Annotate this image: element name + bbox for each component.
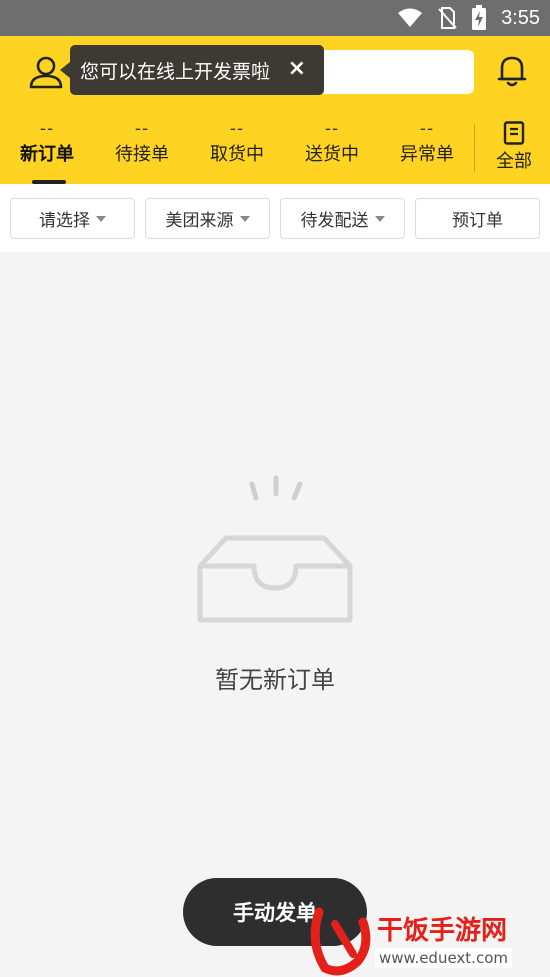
filter-label: 预订单	[452, 211, 503, 231]
tab-picking-up[interactable]: -- 取货中	[192, 118, 282, 184]
battery-charging-icon	[472, 5, 487, 30]
watermark-text: 干饭手游网	[377, 916, 508, 946]
filter-label: 待发配送	[300, 211, 369, 231]
tab-exceptions[interactable]: -- 异常单	[382, 118, 472, 184]
order-tabs: -- 新订单 -- 待接单 -- 取货中 -- 送货中 -- 异常单 全部	[0, 118, 550, 184]
filter-dispatch[interactable]: 待发配送	[280, 198, 405, 239]
tab-new-orders[interactable]: -- 新订单	[2, 118, 92, 184]
tab-count: --	[419, 119, 435, 139]
tab-count: --	[134, 119, 150, 139]
tab-label: 待接单	[115, 144, 169, 165]
tab-pending-accept[interactable]: -- 待接单	[97, 118, 187, 184]
watermark-logo-icon	[310, 907, 371, 976]
tab-label: 取货中	[210, 144, 264, 165]
tab-label: 异常单	[400, 144, 454, 165]
filter-label: 请选择	[39, 211, 90, 231]
no-sim-icon	[438, 7, 457, 29]
empty-inbox-icon	[197, 475, 353, 623]
header: 您可以在线上开发票啦 × -- 新订单 -- 待接单 -- 取货中 -- 送货中…	[0, 36, 550, 184]
watermark: 干饭手游网 www.eduext.com	[305, 900, 550, 977]
tab-divider	[474, 124, 475, 172]
watermark-url: www.eduext.com	[375, 948, 512, 968]
tab-delivering[interactable]: -- 送货中	[287, 118, 377, 184]
caret-down-icon	[374, 215, 385, 222]
filter-select[interactable]: 请选择	[10, 198, 135, 239]
tab-count: --	[39, 119, 55, 139]
tab-count: --	[324, 119, 340, 139]
filter-bar: 请选择 美团来源 待发配送 预订单	[0, 184, 550, 252]
status-bar: 3:55	[0, 0, 550, 36]
caret-down-icon	[96, 215, 106, 222]
filter-source[interactable]: 美团来源	[145, 198, 270, 239]
status-time: 3:55	[501, 6, 540, 29]
tab-label: 送货中	[305, 144, 359, 165]
bell-icon[interactable]	[496, 54, 528, 88]
filter-preorder[interactable]: 预订单	[415, 198, 540, 239]
wifi-icon	[398, 8, 423, 27]
tab-count: --	[229, 119, 245, 139]
filter-label: 美团来源	[165, 211, 234, 231]
invoice-tooltip: 您可以在线上开发票啦 ×	[60, 45, 324, 95]
empty-state-text: 暂无新订单	[215, 666, 335, 694]
document-icon	[503, 121, 525, 145]
user-icon[interactable]	[28, 54, 64, 90]
tab-label: 新订单	[20, 144, 74, 165]
caret-down-icon	[239, 215, 250, 222]
close-icon[interactable]: ×	[288, 57, 306, 81]
tab-label: 全部	[496, 151, 532, 172]
tooltip-text: 您可以在线上开发票啦	[80, 60, 271, 83]
tab-all[interactable]: 全部	[478, 118, 550, 184]
